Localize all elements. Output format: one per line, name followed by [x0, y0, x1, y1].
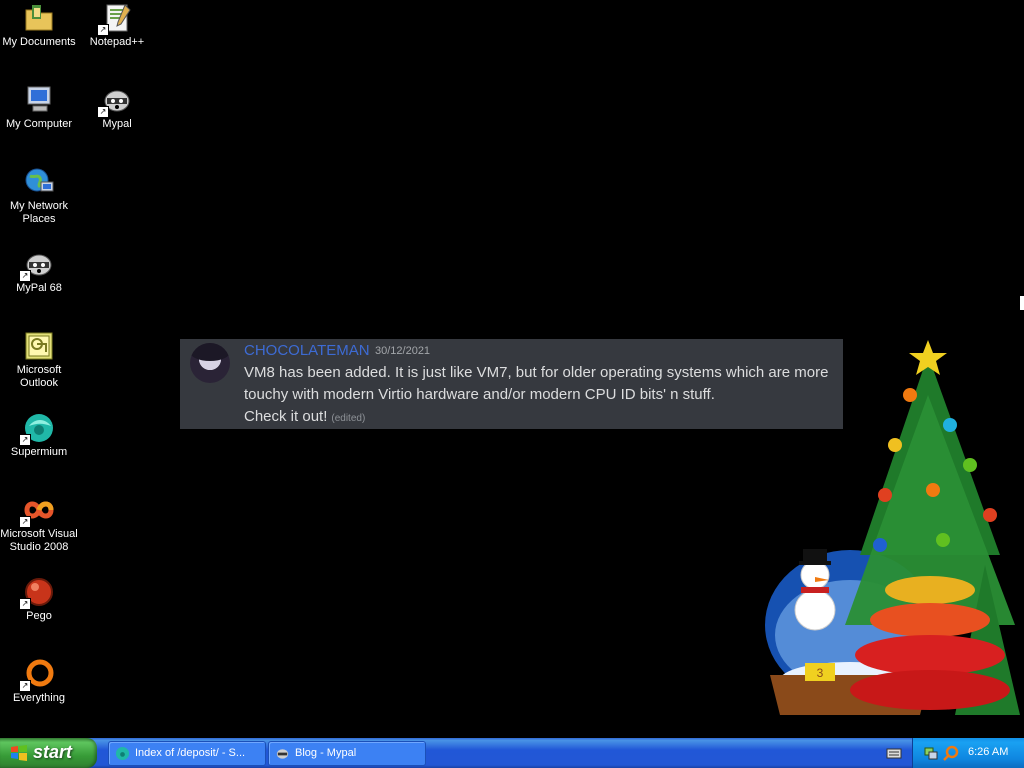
- windows-flag-icon: [11, 745, 27, 761]
- icon-label: Everything: [13, 692, 65, 704]
- folder-icon: [23, 2, 55, 34]
- taskbar-item-label: Index of /deposit/ - S...: [135, 747, 246, 759]
- message-timestamp: 30/12/2021: [375, 345, 431, 357]
- raccoon-icon: ↗: [19, 248, 55, 282]
- icon-label: Supermium: [10, 446, 68, 458]
- icon-label: My Computer: [5, 118, 73, 130]
- desktop-icon-my-documents[interactable]: My Documents: [0, 2, 78, 49]
- shortcut-arrow-icon: ↗: [19, 434, 31, 446]
- icon-label: Pego: [26, 610, 52, 622]
- raccoon-icon: [276, 749, 289, 759]
- desktop-icon-supermium[interactable]: ↗ Supermium: [0, 412, 78, 459]
- message-body: VM8 has been added. It is just like VM7,…: [244, 362, 834, 430]
- desktop-icon-pego[interactable]: ↗ Pego: [0, 576, 78, 623]
- icon-label: My Network Places: [9, 200, 69, 225]
- shortcut-arrow-icon: ↗: [97, 106, 109, 118]
- message-line-3: Check it out!: [244, 408, 328, 425]
- message-line-2: touchy with modern Virtio hardware and/o…: [244, 386, 715, 403]
- everything-icon: ↗: [19, 658, 55, 692]
- supermium-icon: [115, 746, 130, 761]
- pego-icon: ↗: [19, 576, 55, 610]
- taskbar-item-label: Blog - Mypal: [295, 747, 357, 759]
- desktop-icon-everything[interactable]: ↗ Everything: [0, 658, 78, 705]
- network-globe-icon: [23, 166, 55, 198]
- icon-label: Microsoft Outlook: [16, 364, 62, 389]
- desktop-icon-mypal68[interactable]: ↗ MyPal 68: [0, 248, 78, 295]
- taskbar: start Index of /deposit/ - S... Blog - M…: [0, 738, 1024, 768]
- edited-tag: (edited): [331, 413, 366, 424]
- desktop-icon-mypal[interactable]: ↗ Mypal: [78, 84, 156, 131]
- desktop-icon-notepadpp[interactable]: ↗ Notepad++: [78, 2, 156, 49]
- shortcut-arrow-icon: ↗: [19, 598, 31, 610]
- start-label: start: [33, 742, 73, 762]
- icon-label: Notepad++: [89, 36, 145, 48]
- message-author[interactable]: CHOCOLATEMAN: [244, 342, 370, 359]
- raccoon-icon: ↗: [97, 84, 133, 118]
- computer-icon: [23, 84, 55, 116]
- shortcut-arrow-icon: ↗: [19, 680, 31, 692]
- icon-label: MyPal 68: [16, 282, 62, 294]
- shortcut-arrow-icon: ↗: [19, 270, 31, 282]
- desktop-icon-visual-studio[interactable]: ↗ Microsoft Visual Studio 2008: [0, 494, 78, 554]
- globe-number: 3: [817, 666, 824, 680]
- icon-label: My Documents: [2, 36, 76, 48]
- icon-label: Microsoft Visual Studio 2008: [0, 528, 78, 553]
- search-tray-icon[interactable]: [943, 745, 959, 761]
- chat-message: CHOCOLATEMAN 30/12/2021 VM8 has been add…: [180, 339, 843, 429]
- mouse-cursor-icon: [1020, 296, 1024, 310]
- desktop-icon-network-places[interactable]: My Network Places: [0, 166, 78, 226]
- shortcut-arrow-icon: ↗: [97, 24, 109, 36]
- shortcut-arrow-icon: ↗: [19, 516, 31, 528]
- taskbar-item-mypal[interactable]: Blog - Mypal: [268, 741, 426, 766]
- desktop-icon-outlook[interactable]: Microsoft Outlook: [0, 330, 78, 390]
- avatar[interactable]: [190, 343, 230, 383]
- taskbar-item-supermium[interactable]: Index of /deposit/ - S...: [108, 741, 266, 766]
- start-button[interactable]: start: [0, 738, 97, 768]
- notepad-icon: ↗: [97, 2, 133, 36]
- desktop-icon-my-computer[interactable]: My Computer: [0, 84, 78, 131]
- icon-label: Mypal: [102, 118, 132, 130]
- christmas-tree-snowglobe-icon: 3: [765, 340, 1020, 715]
- message-line-1: VM8 has been added. It is just like VM7,…: [244, 364, 829, 381]
- system-tray: 6:26 AM: [912, 738, 1024, 768]
- visual-studio-icon: ↗: [19, 494, 55, 528]
- network-tray-icon[interactable]: [923, 745, 939, 761]
- supermium-icon: ↗: [19, 412, 55, 446]
- outlook-icon: [23, 330, 55, 362]
- clock[interactable]: 6:26 AM: [968, 746, 1008, 758]
- keyboard-icon[interactable]: [886, 745, 902, 761]
- christmas-decoration: 3: [765, 335, 1024, 735]
